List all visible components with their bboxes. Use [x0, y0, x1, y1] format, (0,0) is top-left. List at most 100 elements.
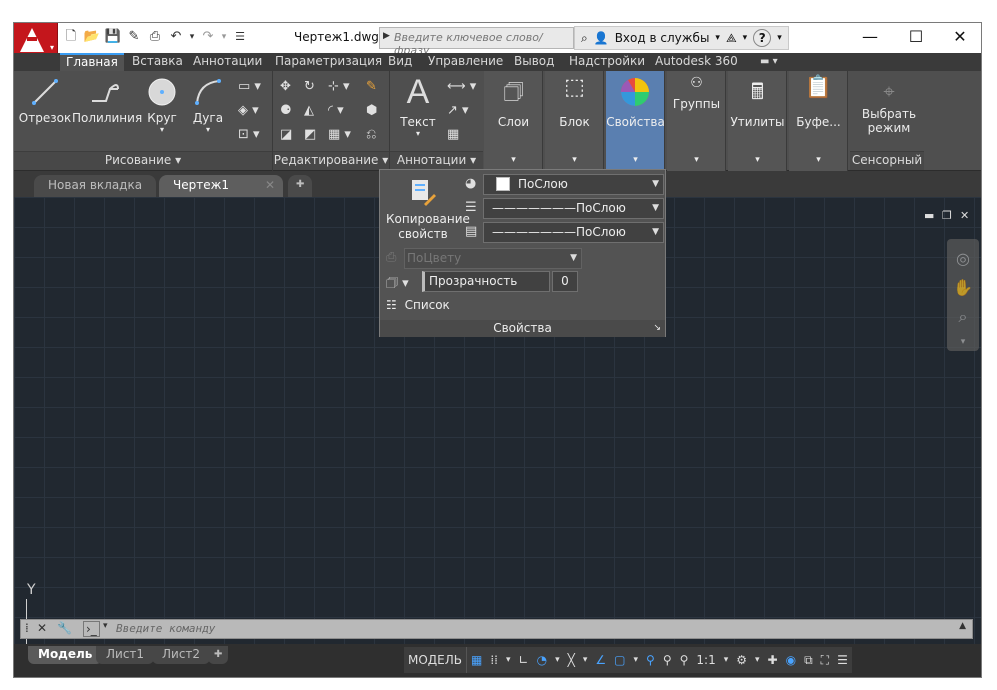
redo-icon[interactable]: ↷ [199, 28, 217, 46]
help-icon[interactable]: ? [753, 29, 772, 47]
fillet-icon[interactable]: ◜ ▾ [328, 103, 344, 118]
save-icon[interactable]: 💾 [104, 28, 122, 46]
tab-output[interactable]: Вывод [508, 53, 560, 71]
undo-dropdown-icon[interactable]: ▾ [188, 28, 196, 46]
clipboard-panel-button[interactable]: 📋 Буфе... ▾ [789, 71, 848, 171]
isolate-objects-icon[interactable]: ⧉ [800, 647, 817, 673]
polar-icon[interactable]: ◔ [533, 647, 551, 673]
grid-icon[interactable]: ▦ [467, 647, 486, 673]
lineweight-select[interactable]: ———————ПоСлою ▼ [483, 198, 664, 219]
chevron-down-icon[interactable]: ▾ [743, 33, 748, 43]
open-file-icon[interactable]: 📂 [83, 28, 101, 46]
close-icon[interactable]: ✕ [265, 175, 275, 195]
utilities-panel-button[interactable]: 🖩 Утилиты ▾ [728, 71, 787, 171]
tab-layout2[interactable]: Лист2 [152, 646, 211, 664]
chevron-down-icon[interactable]: ▾ [947, 337, 979, 347]
transparency-value-input[interactable]: 0 [552, 271, 578, 292]
pan-icon[interactable]: ✋ [947, 278, 979, 297]
chevron-down-icon[interactable]: ▾ [502, 647, 515, 673]
customization-menu-icon[interactable]: ☰ [833, 647, 852, 673]
steering-wheel-icon[interactable]: ◎ [947, 249, 979, 268]
mirror-icon[interactable]: ◭ [304, 103, 314, 118]
gear-icon[interactable]: ⚙ [732, 647, 751, 673]
object-snap-tracking-icon[interactable]: ╳ [564, 647, 579, 673]
chevron-down-icon[interactable]: ▾ [777, 33, 782, 43]
tab-annotate[interactable]: Аннотации [187, 53, 268, 71]
tab-new-tab[interactable]: Новая вкладка [34, 175, 157, 197]
command-line[interactable]: ⁞ ✕ 🔧 ›_ ▾ Введите команду ▲ [20, 619, 973, 639]
exchange-icon[interactable]: ⟁ [726, 31, 737, 46]
polyline-button[interactable]: Полилиния [72, 77, 142, 125]
copy-icon[interactable]: ⚈ [280, 103, 292, 118]
move-icon[interactable]: ✥ [280, 79, 291, 94]
tab-layout1[interactable]: Лист1 [96, 646, 155, 664]
layers-panel-button[interactable]: 🗇 Слои ▾ [484, 71, 543, 171]
user-icon[interactable]: 👤 [594, 31, 609, 45]
close-button[interactable]: ✕ [937, 23, 981, 53]
add-tab-button[interactable]: ✚ [288, 175, 313, 197]
circle-button[interactable]: Круг ▾ [140, 77, 184, 134]
stretch-icon[interactable]: ◪ [280, 127, 292, 142]
chevron-down-icon[interactable]: ▾ [579, 647, 592, 673]
redo-dropdown-icon[interactable]: ▾ [220, 28, 228, 46]
viewport-close-icon[interactable]: ✕ [960, 209, 969, 222]
color-select[interactable]: ПоСлою ▼ [483, 174, 664, 195]
customize-qat-icon[interactable]: ☰ [231, 28, 249, 46]
modify-panel-footer[interactable]: Редактирование ▾ [273, 151, 389, 170]
chevron-up-icon[interactable]: ▲ [959, 621, 966, 631]
region-icon[interactable]: ⊡ ▾ [238, 127, 260, 142]
tab-home[interactable]: Главная [60, 53, 124, 71]
tab-addins[interactable]: Надстройки [563, 53, 651, 71]
tab-drawing1[interactable]: Чертеж1 ✕ [159, 175, 283, 197]
add-layout-button[interactable]: ✚ [208, 646, 229, 664]
rectangle-icon[interactable]: ▭ ▾ [238, 79, 261, 94]
hatch-icon[interactable]: ◈ ▾ [238, 103, 259, 118]
linetype-select[interactable]: ———————ПоСлою ▼ [483, 222, 664, 243]
chevron-down-icon[interactable]: ▾ [103, 621, 108, 631]
snap-icon[interactable]: ⁞⁞ [486, 647, 502, 673]
annotation-panel-footer[interactable]: Аннотации ▾ [390, 151, 483, 170]
list-button[interactable]: ☷ Список [386, 298, 450, 312]
tab-manage[interactable]: Управление [422, 53, 509, 71]
object-snap-icon[interactable]: ▢ [610, 647, 629, 673]
chevron-down-icon[interactable]: ▾ [715, 33, 720, 43]
chevron-down-icon[interactable]: ▾ [629, 647, 642, 673]
trim-icon[interactable]: ⊹ ▾ [328, 79, 350, 94]
sign-in-link[interactable]: Вход в службы [615, 31, 710, 45]
new-file-icon[interactable]: 🗋 [62, 28, 80, 46]
annotation-visibility-icon[interactable]: ⚲ [642, 647, 659, 673]
annotation-scale-icon[interactable]: ⚲ [676, 647, 693, 673]
dimension-icon[interactable]: ⟷ ▾ [447, 79, 476, 94]
minimize-button[interactable]: — [847, 23, 893, 53]
fullscreen-icon[interactable]: ⛶ [817, 647, 833, 673]
array-icon[interactable]: ▦ ▾ [328, 127, 351, 142]
arc-button[interactable]: Дуга ▾ [186, 77, 230, 134]
undo-icon[interactable]: ↶ [167, 28, 185, 46]
search-input[interactable]: ▶ Введите ключевое слово/фразу [379, 27, 574, 57]
leader-icon[interactable]: ↗ ▾ [447, 103, 469, 118]
plot-icon[interactable]: ⎙ [146, 28, 164, 46]
ribbon-options-icon[interactable]: ▬ ▾ [754, 53, 784, 71]
isometric-icon[interactable]: ∠ [591, 647, 610, 673]
explode-icon[interactable]: ⬢ [366, 103, 377, 118]
close-icon[interactable]: ✕ [37, 621, 47, 635]
model-space-button[interactable]: МОДЕЛЬ [404, 647, 468, 673]
erase-icon[interactable]: ✎ [366, 79, 377, 94]
chevron-down-icon[interactable]: ▾ [720, 647, 733, 673]
transparency-slider[interactable]: Прозрачность [422, 271, 550, 292]
select-mode-button[interactable]: ⌖ Выбрать режим [854, 79, 924, 135]
viewport-restore-icon[interactable]: ❐ [942, 209, 952, 222]
groups-panel-button[interactable]: ⚇ Группы ▾ [667, 71, 726, 171]
drag-handle-icon[interactable]: ⁞ [25, 621, 29, 635]
properties-panel-button[interactable]: Свойства ▾ [606, 71, 665, 171]
match-properties-button[interactable]: Копирование свойств [386, 178, 470, 242]
binoculars-icon[interactable]: ⌕ [581, 31, 588, 46]
tab-autodesk-360[interactable]: Autodesk 360 [649, 53, 744, 71]
chevron-down-icon[interactable]: ▾ [551, 647, 564, 673]
scale-value[interactable]: 1:1 [692, 647, 719, 673]
command-prompt-icon[interactable]: ›_ [83, 621, 100, 637]
maximize-button[interactable]: ☐ [893, 23, 939, 53]
text-button[interactable]: A Текст ▾ [394, 73, 442, 138]
block-panel-button[interactable]: ⬚ Блок ▾ [545, 71, 604, 171]
tab-view[interactable]: Вид [382, 53, 418, 71]
